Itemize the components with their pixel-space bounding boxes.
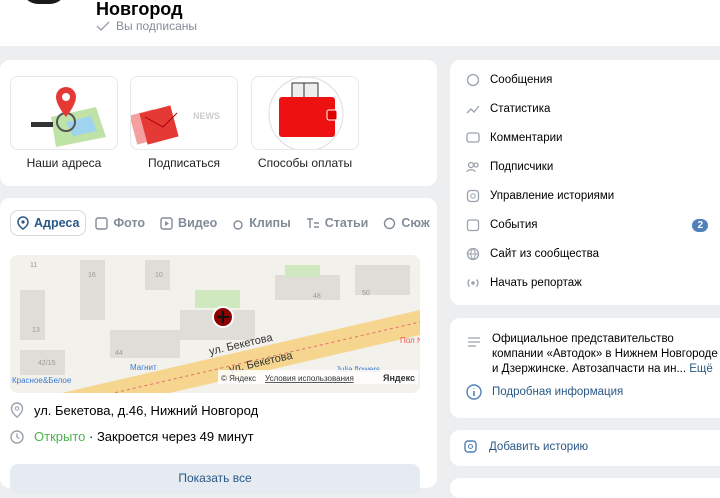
tab-photo[interactable]: Фото xyxy=(89,211,151,235)
map-drawing: ул. Бекетова ул. Бекетова 16 10 1113 42/1… xyxy=(12,260,420,393)
service-label: Наши адреса xyxy=(26,156,102,170)
svg-text:11: 11 xyxy=(30,262,37,269)
description-text: Официальное представительство компании «… xyxy=(492,332,720,377)
tab-addresses[interactable]: Адреса xyxy=(10,210,87,236)
services-card: Наши адреса NEWS Подписаться Способы опл… xyxy=(0,60,437,186)
tab-stories[interactable]: Сюж xyxy=(377,211,435,235)
svg-text:50: 50 xyxy=(362,290,370,297)
story-icon xyxy=(466,189,480,203)
menu-item-live[interactable]: Начать репортаж xyxy=(466,276,716,290)
svg-text:Магнит: Магнит xyxy=(130,363,157,372)
add-story-card[interactable]: Добавить историю xyxy=(450,430,720,466)
details-link[interactable]: Подробная информация xyxy=(466,384,623,400)
wallet-icon xyxy=(268,77,344,149)
globe-icon xyxy=(466,247,480,261)
map-pin-icon xyxy=(17,216,29,230)
tab-video[interactable]: Видео xyxy=(154,211,223,235)
svg-text:Условия использования: Условия использования xyxy=(265,374,354,383)
clock-icon xyxy=(10,429,24,444)
show-more-link[interactable]: Ещё xyxy=(689,363,713,375)
svg-text:16: 16 xyxy=(88,272,96,279)
menu-item-label: События xyxy=(490,219,538,231)
tab-label: Видео xyxy=(178,216,218,230)
open-status: Открыто xyxy=(34,429,86,444)
addresses-card: Адреса Фото Видео Клипы Статьи Сюж ул. Б… xyxy=(0,198,437,494)
svg-text:NEWS: NEWS xyxy=(193,111,220,121)
menu-item-label: Сайт из сообщества xyxy=(490,248,599,260)
address-row[interactable]: ул. Бекетова, д.46, Нижний Новгород xyxy=(10,402,258,418)
broadcast-icon xyxy=(467,279,479,287)
menu-item-label: Комментарии xyxy=(490,132,563,144)
svg-text:48: 48 xyxy=(313,293,321,300)
details-label: Подробная информация xyxy=(492,386,624,398)
svg-text:Яндекс: Яндекс xyxy=(383,373,415,383)
svg-text:© Яндекс: © Яндекс xyxy=(221,374,256,383)
map-pin-icon xyxy=(10,402,24,418)
community-header: Новгород Вы подписаны xyxy=(0,0,720,46)
hours-row[interactable]: Открыто · Закроется через 49 минут xyxy=(10,429,254,444)
info-icon xyxy=(466,384,482,400)
stories-icon xyxy=(384,217,396,229)
tab-label: Статьи xyxy=(324,216,369,230)
avatar[interactable] xyxy=(22,0,66,4)
svg-text:Красное&Белое: Красное&Белое xyxy=(12,376,72,385)
tab-label: Адреса xyxy=(34,216,80,230)
clips-icon xyxy=(233,219,243,230)
subscribed-label: Вы подписаны xyxy=(116,19,197,33)
next-card xyxy=(450,478,720,498)
description-body: Официальное представительство компании «… xyxy=(492,333,718,375)
service-addresses[interactable] xyxy=(10,76,118,150)
menu-item-label: Управление историями xyxy=(490,190,615,202)
address-text: ул. Бекетова, д.46, Нижний Новгород xyxy=(34,402,259,418)
service-label: Подписаться xyxy=(148,156,220,170)
menu-item-statistics[interactable]: Статистика xyxy=(466,102,716,116)
photo-icon xyxy=(95,216,109,230)
community-title: Новгород xyxy=(96,0,183,19)
menu-item-label: Подписчики xyxy=(490,161,554,173)
comment-icon xyxy=(466,132,480,143)
service-label: Способы оплаты xyxy=(257,156,353,170)
menu-item-site[interactable]: Сайт из сообщества xyxy=(466,247,716,261)
calendar-icon xyxy=(466,219,480,232)
menu-item-label: Сообщения xyxy=(490,74,553,86)
show-all-button[interactable]: Показать все xyxy=(10,464,420,494)
menu-item-label: Начать репортаж xyxy=(490,277,582,289)
tab-label: Фото xyxy=(113,216,146,230)
envelope-icon: NEWS xyxy=(131,105,220,145)
tab-articles[interactable]: Статьи xyxy=(300,211,375,235)
events-badge: 2 xyxy=(692,218,708,232)
svg-text:44: 44 xyxy=(115,350,123,357)
map-pin-icon xyxy=(31,87,106,147)
chart-icon xyxy=(466,105,480,114)
description-card: Официальное представительство компании «… xyxy=(450,318,720,418)
svg-text:13: 13 xyxy=(32,327,40,334)
users-icon xyxy=(466,161,479,173)
video-icon xyxy=(160,216,173,230)
message-icon xyxy=(466,73,480,87)
service-payment[interactable] xyxy=(251,76,359,150)
story-icon xyxy=(464,440,477,453)
admin-menu: Сообщения Статистика Комментарии Подписчики… xyxy=(450,60,720,305)
text-lines-icon xyxy=(468,337,480,347)
check-icon xyxy=(96,21,110,31)
svg-text:Пол № 3: Пол № 3 xyxy=(400,336,420,345)
menu-item-label: Статистика xyxy=(490,103,551,115)
subscribed-button[interactable]: Вы подписаны xyxy=(96,19,197,33)
menu-item-comments[interactable]: Комментарии xyxy=(466,131,716,145)
tab-label: Клипы xyxy=(249,216,291,230)
add-story-label: Добавить историю xyxy=(489,440,589,453)
menu-item-events[interactable]: События 2 xyxy=(466,218,716,232)
closing-time: · Закроется через 49 минут xyxy=(89,429,254,444)
svg-text:10: 10 xyxy=(155,272,163,279)
articles-icon xyxy=(306,218,319,228)
menu-item-stories[interactable]: Управление историями xyxy=(466,189,716,203)
tab-label: Сюж xyxy=(401,216,430,230)
menu-item-subscribers[interactable]: Подписчики xyxy=(466,160,716,174)
content-tabs: Адреса Фото Видео Клипы Статьи Сюж xyxy=(10,210,436,236)
yandex-map[interactable]: ул. Бекетова ул. Бекетова 16 10 11 13 42/1… xyxy=(10,255,420,393)
svg-text:42/15: 42/15 xyxy=(38,360,56,367)
tab-clips[interactable]: Клипы xyxy=(226,211,296,235)
menu-item-messages[interactable]: Сообщения xyxy=(466,73,716,87)
service-subscribe[interactable]: NEWS xyxy=(130,76,238,150)
